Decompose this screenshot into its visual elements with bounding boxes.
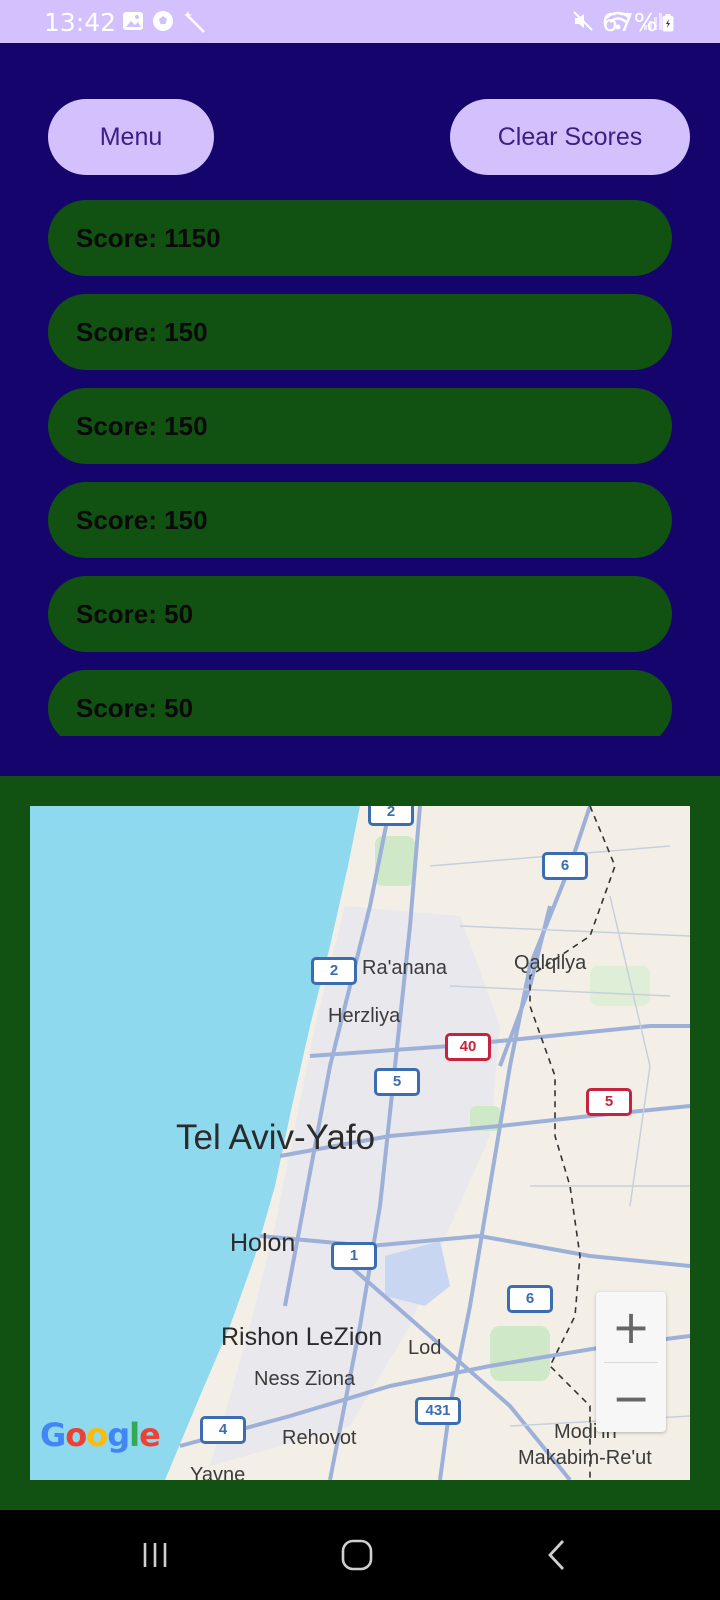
map-label-tel-aviv: Tel Aviv-Yafo bbox=[176, 1118, 376, 1157]
soccer-ball-icon bbox=[153, 11, 173, 31]
google-map[interactable]: 2 6 2 Ra'anana Qalqilya Herzliya 40 5 5 … bbox=[30, 806, 690, 1480]
route-4-shield: 4 bbox=[200, 1416, 246, 1444]
score-row: Score: 50 bbox=[48, 670, 672, 736]
score-label: Score: 50 bbox=[76, 692, 194, 723]
route-2-shield: 2 bbox=[368, 806, 414, 826]
route-431-shield: 431 bbox=[415, 1397, 461, 1425]
menu-button[interactable]: Menu bbox=[48, 99, 214, 175]
clear-scores-button[interactable]: Clear Scores bbox=[450, 99, 690, 175]
battery-icon bbox=[662, 14, 674, 32]
zoom-controls: + − bbox=[596, 1292, 666, 1432]
route-5-shield: 5 bbox=[374, 1068, 420, 1096]
score-label: Score: 150 bbox=[76, 410, 208, 441]
magic-wand-icon bbox=[184, 11, 205, 33]
home-icon bbox=[341, 1539, 373, 1571]
notification-icons bbox=[122, 10, 206, 34]
score-label: Score: 150 bbox=[76, 504, 208, 535]
score-row: Score: 150 bbox=[48, 388, 672, 464]
map-label-raanana: Ra'anana bbox=[362, 957, 447, 979]
map-panel: 2 6 2 Ra'anana Qalqilya Herzliya 40 5 5 … bbox=[0, 776, 720, 1510]
map-label-ness-ziona: Ness Ziona bbox=[254, 1368, 356, 1390]
map-label-holon: Holon bbox=[230, 1229, 296, 1257]
map-label-herzliya: Herzliya bbox=[328, 1005, 401, 1027]
score-label: Score: 50 bbox=[76, 598, 194, 629]
map-label-rishon: Rishon LeZion bbox=[221, 1323, 383, 1351]
map-label-yavne: Yavne bbox=[190, 1464, 246, 1480]
status-time: 13:42 bbox=[44, 8, 117, 37]
score-label: Score: 1150 bbox=[76, 222, 221, 253]
score-row: Score: 1150 bbox=[48, 200, 672, 276]
back-button[interactable] bbox=[532, 1530, 582, 1580]
score-row: Score: 150 bbox=[48, 482, 672, 558]
recent-apps-button[interactable] bbox=[130, 1530, 180, 1580]
route-5-red-shield: 5 bbox=[586, 1088, 632, 1116]
google-logo: Google bbox=[40, 1416, 161, 1454]
route-2-shield: 2 bbox=[311, 957, 357, 985]
map-label-qalqilya: Qalqilya bbox=[514, 952, 587, 974]
score-list[interactable]: Score: 1150 Score: 150 Score: 150 Score:… bbox=[48, 200, 672, 736]
navigation-bar bbox=[0, 1510, 720, 1600]
route-1-shield: 1 bbox=[331, 1242, 377, 1270]
home-button[interactable] bbox=[332, 1530, 382, 1580]
map-label-makabim: Makabim-Re'ut bbox=[518, 1447, 652, 1469]
route-6-shield: 6 bbox=[507, 1285, 553, 1313]
battery-percent: 67% bbox=[602, 8, 658, 37]
score-label: Score: 150 bbox=[76, 316, 208, 347]
score-row: Score: 50 bbox=[48, 576, 672, 652]
status-bar: 13:42 67% bbox=[0, 0, 720, 43]
map-label-lod: Lod bbox=[408, 1337, 442, 1359]
score-row: Score: 150 bbox=[48, 294, 672, 370]
route-40-shield: 40 bbox=[445, 1033, 491, 1061]
recent-apps-icon bbox=[143, 1543, 167, 1567]
route-6-shield: 6 bbox=[542, 852, 588, 880]
image-icon bbox=[123, 12, 143, 30]
zoom-in-button[interactable]: + bbox=[596, 1292, 666, 1362]
mute-icon bbox=[573, 11, 593, 31]
back-icon bbox=[548, 1540, 565, 1570]
map-label-rehovot: Rehovot bbox=[282, 1427, 357, 1449]
zoom-out-button[interactable]: − bbox=[596, 1363, 666, 1433]
